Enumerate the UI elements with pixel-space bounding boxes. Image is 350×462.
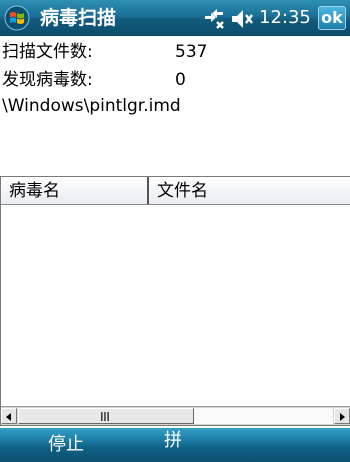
scroll-right-button[interactable]: [334, 408, 350, 424]
current-file-path: \Windows\pintlgr.imd: [2, 96, 181, 116]
column-header-virus-name[interactable]: 病毒名: [1, 177, 149, 205]
scroll-left-button[interactable]: [1, 408, 17, 424]
input-method-softkey[interactable]: 拼: [164, 430, 182, 452]
files-scanned-label: 扫描文件数:: [2, 42, 93, 62]
connectivity-icon[interactable]: [202, 7, 226, 31]
menu-bar: 停止 拼: [0, 428, 350, 462]
windows-logo-icon[interactable]: [4, 5, 30, 31]
scroll-track[interactable]: [194, 408, 333, 424]
files-scanned-value: 537: [175, 42, 208, 62]
ok-button[interactable]: ok: [318, 6, 346, 30]
title-bar: 病毒扫描 12:35 ok: [0, 0, 350, 36]
column-header-file-name[interactable]: 文件名: [149, 177, 350, 205]
scroll-thumb[interactable]: [18, 408, 194, 424]
volume-icon[interactable]: [229, 8, 255, 30]
app-title: 病毒扫描: [40, 7, 117, 29]
results-list-body[interactable]: [1, 206, 350, 407]
horizontal-scrollbar[interactable]: [1, 406, 350, 425]
arrow-right-icon: [340, 413, 345, 421]
grip-icon: [101, 412, 109, 421]
stop-softkey[interactable]: 停止: [48, 434, 84, 456]
viruses-found-label: 发现病毒数:: [2, 70, 93, 90]
results-list[interactable]: 病毒名 文件名: [0, 176, 350, 426]
clock-time[interactable]: 12:35: [259, 8, 311, 28]
arrow-left-icon: [6, 413, 11, 421]
viruses-found-value: 0: [175, 70, 186, 90]
